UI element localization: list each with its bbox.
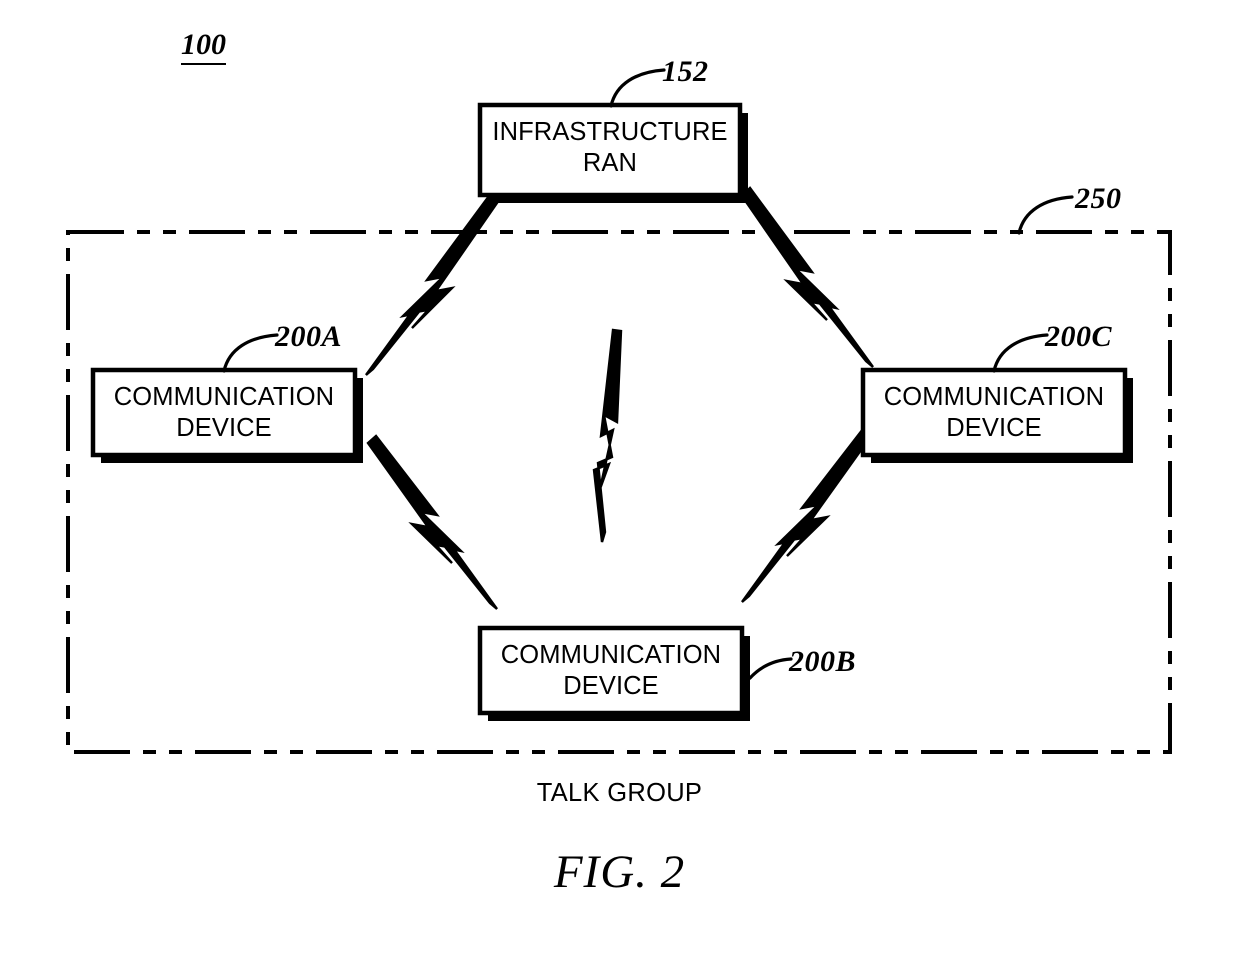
reference-number-250: 250 (1075, 182, 1122, 215)
wireless-link-device-a-to-device-b (366, 434, 498, 610)
reference-number-200c: 200C (1045, 320, 1113, 353)
leader-line-250 (1017, 195, 1074, 235)
reference-number-200b: 200B (789, 645, 857, 678)
system-reference-number: 100 (181, 28, 226, 65)
reference-number-152: 152 (662, 55, 709, 88)
wireless-link-ran-to-device-c (740, 186, 874, 368)
wireless-link-ran-to-device-a (365, 194, 499, 376)
leader-line-200a (222, 333, 279, 373)
communication-device-c-label: COMMUNICATION DEVICE (883, 383, 1105, 442)
wireless-link-device-a-to-device-c-direct (592, 328, 623, 543)
leader-line-152 (609, 68, 666, 108)
figure-caption: FIG. 2 (553, 846, 686, 898)
communication-device-b-label: COMMUNICATION DEVICE (500, 641, 722, 700)
reference-number-200a: 200A (275, 320, 343, 353)
wireless-link-device-c-to-device-b (741, 427, 873, 603)
leader-line-200c (992, 333, 1049, 373)
talk-group-caption: TALK GROUP (536, 779, 703, 807)
patent-figure-2: 100 152 INFRASTRUCTURE RAN 250 200A COMM… (0, 0, 1239, 954)
leader-line-200b (748, 657, 793, 680)
communication-device-a-label: COMMUNICATION DEVICE (113, 383, 335, 442)
infrastructure-ran-label: INFRASTRUCTURE RAN (492, 118, 728, 177)
